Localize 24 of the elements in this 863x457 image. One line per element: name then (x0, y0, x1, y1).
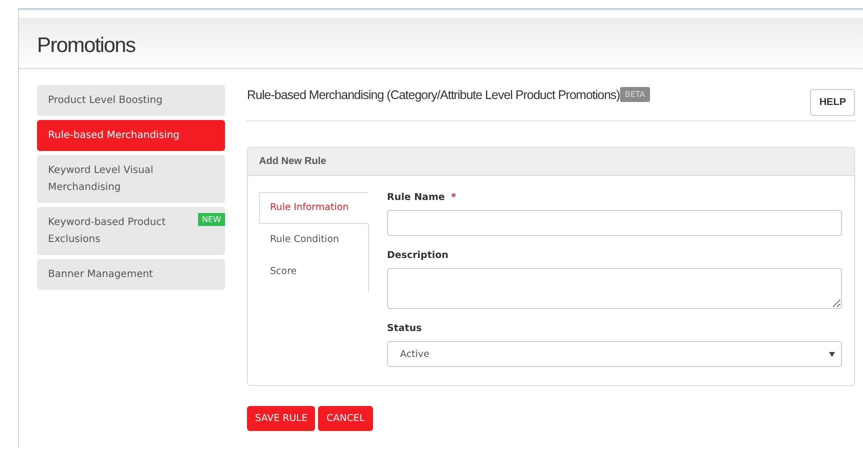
section-heading: Rule-based Merchandising (Category/Attribute Level Product Promotions) (247, 88, 620, 102)
sidebar-item[interactable]: Keyword Level Visual Merchandising (37, 155, 225, 203)
required-mark: * (451, 192, 456, 203)
select-field[interactable]: Active (387, 341, 842, 367)
beta-badge: BETA (620, 87, 650, 102)
dropdown-icon (829, 352, 835, 356)
page-title: Promotions (37, 34, 136, 58)
action-button[interactable]: CANCEL (318, 406, 373, 431)
field-label: Description (387, 250, 448, 261)
field-label: Status (387, 323, 422, 334)
new-badge: NEW (198, 213, 225, 226)
tab[interactable]: Rule Condition (259, 224, 368, 256)
help-button[interactable]: HELP (810, 89, 855, 116)
input-field[interactable] (387, 210, 842, 236)
field-label: Rule Name (387, 192, 445, 203)
text-area[interactable] (387, 268, 842, 309)
panel-title: Add New Rule (248, 148, 854, 176)
tab[interactable]: Rule Information (259, 192, 369, 224)
tab[interactable]: Score (259, 256, 368, 288)
sidebar-item[interactable]: Banner Management (37, 259, 225, 290)
action-button[interactable]: SAVE RULE (247, 406, 316, 431)
sidebar-item[interactable]: Product Level Boosting (37, 85, 225, 116)
sidebar-item[interactable]: Keyword-based Product Exclusions NEW (37, 207, 225, 255)
sidebar-item[interactable]: Rule-based Merchandising (37, 120, 225, 151)
